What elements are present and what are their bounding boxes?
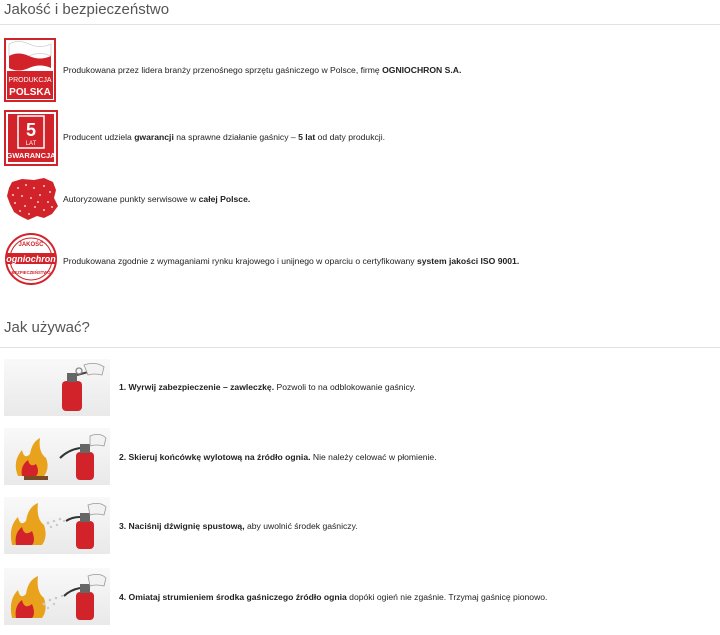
- produkcja-polska-badge: PRODUKCJA POLSKA: [4, 38, 56, 102]
- section-divider: [0, 347, 720, 348]
- section-divider: [0, 24, 720, 25]
- step-1-bold: 1. Wyrwij zabezpieczenie – zawleczkę.: [119, 382, 275, 392]
- step-1-text: 1. Wyrwij zabezpieczenie – zawleczkę. Po…: [119, 381, 416, 393]
- step-2-text: 2. Skieruj końcówkę wylotową na źródło o…: [119, 451, 437, 463]
- step-2-illustration: [4, 428, 110, 485]
- section-title-quality: Jakość i bezpieczeństwo: [4, 1, 170, 18]
- gwarancja-lat: LAT: [26, 141, 37, 147]
- step-4-text: 4. Omiataj strumieniem środka gaśniczego…: [119, 591, 547, 603]
- quality-item-2-mid: na sprawne działanie gaśnicy –: [173, 132, 299, 142]
- step-4-illustration: [4, 568, 110, 625]
- quality-item-2-bold2: 5 lat: [298, 132, 316, 142]
- step-4-bold: 4. Omiataj strumieniem środka gaśniczego…: [119, 592, 347, 602]
- step-3-text: 3. Naciśnij dźwignię spustową, aby uwoln…: [119, 520, 358, 532]
- quality-item-2-post: od daty produkcji.: [315, 132, 386, 142]
- quality-item-1: Produkowana przez lidera branży przenośn…: [63, 64, 461, 76]
- step-4-rest: dopóki ogień nie zgaśnie. Trzymaj gaśnic…: [346, 592, 548, 602]
- produkcja-line1: PRODUKCJA: [8, 77, 52, 84]
- quality-item-1-bold: OGNIOCHRON S.A.: [382, 65, 462, 75]
- step-3-illustration: [4, 497, 110, 554]
- step-2-bold: 2. Skieruj końcówkę wylotową na źródło o…: [119, 452, 311, 462]
- step-1-illustration: [4, 359, 110, 416]
- quality-item-2: Producent udziela gwarancji na sprawne d…: [63, 131, 385, 143]
- seal-brand: ogniochron: [6, 254, 56, 264]
- gwarancja-word: GWARANCJA: [6, 151, 56, 160]
- ogniochron-seal-icon: JAKOŚĆ ogniochron BEZPIECZEŃSTWO: [4, 232, 58, 286]
- quality-item-4-bold: system jakości ISO 9001.: [416, 256, 520, 266]
- quality-item-4: Produkowana zgodnie z wymaganiami rynku …: [63, 255, 519, 267]
- quality-item-2-text: Producent udziela: [63, 132, 135, 142]
- produkcja-line2: POLSKA: [9, 87, 51, 98]
- quality-item-4-text: Produkowana zgodnie z wymaganiami rynku …: [63, 256, 417, 266]
- quality-item-3-text: Autoryzowane punkty serwisowe w: [63, 194, 199, 204]
- seal-bottom: BEZPIECZEŃSTWO: [11, 270, 51, 275]
- gwarancja-badge: 5 LAT GWARANCJA: [4, 110, 58, 166]
- step-1-rest: Pozwoli to na odblokowanie gaśnicy.: [274, 382, 416, 392]
- quality-item-3-bold: całej Polsce.: [198, 194, 251, 204]
- quality-item-1-text: Produkowana przez lidera branży przenośn…: [63, 65, 383, 75]
- poland-map-icon: [4, 176, 60, 222]
- section-title-usage: Jak używać?: [4, 319, 90, 336]
- gwarancja-number: 5: [26, 120, 36, 140]
- quality-item-2-bold: gwarancji: [134, 132, 174, 142]
- seal-top: JAKOŚĆ: [18, 240, 44, 248]
- step-2-rest: Nie należy celować w płomienie.: [310, 452, 437, 462]
- step-3-bold: 3. Naciśnij dźwignię spustową,: [119, 521, 245, 531]
- quality-item-3: Autoryzowane punkty serwisowe w całej Po…: [63, 193, 250, 205]
- step-3-rest: aby uwolnić środek gaśniczy.: [244, 521, 358, 531]
